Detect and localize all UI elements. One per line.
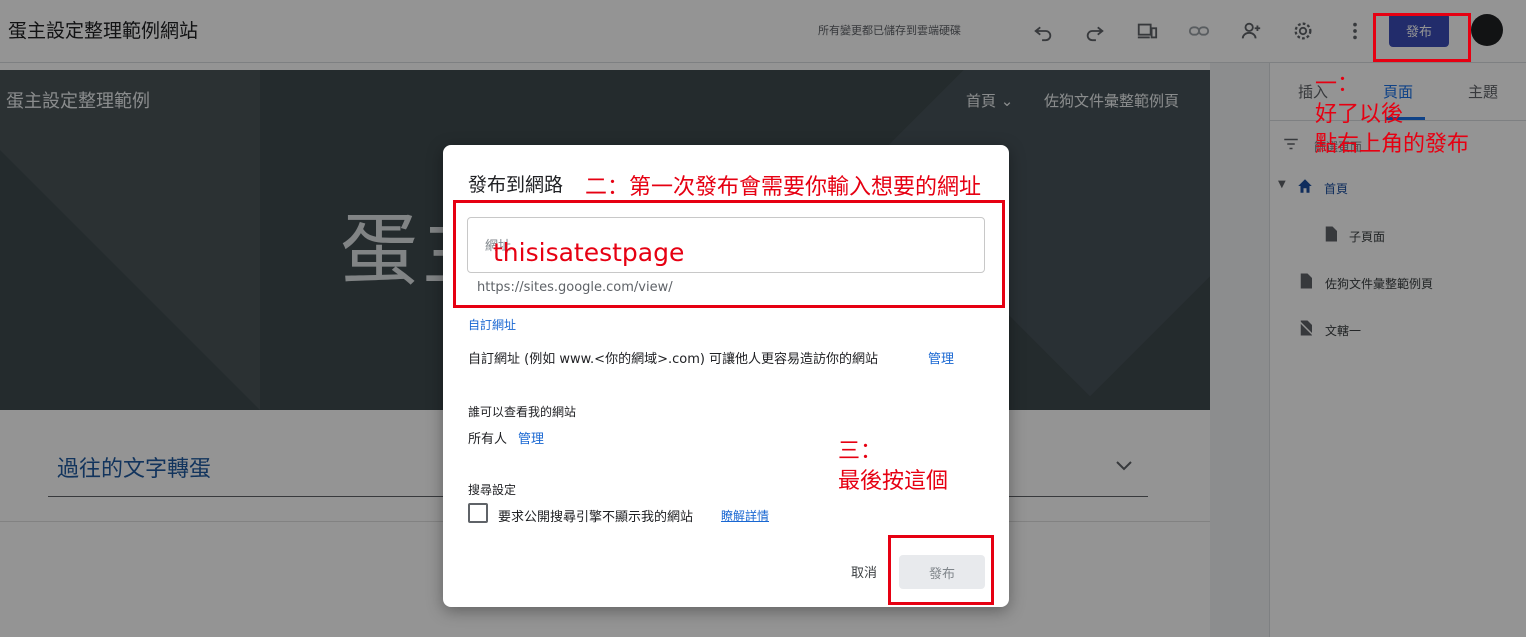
cancel-button[interactable]: 取消 bbox=[851, 562, 877, 581]
annotation-box-url bbox=[453, 200, 1005, 308]
custom-url-description: 自訂網址 (例如 www.<你的網域>.com) 可讓他人更容易造訪你的網站 bbox=[468, 352, 879, 367]
annotation-note-three: 三： 最後按這個 bbox=[838, 437, 948, 497]
dialog-title: 發布到網路 bbox=[468, 174, 564, 196]
visibility-value: 所有人 bbox=[468, 432, 508, 447]
annotation-text: 一： bbox=[1315, 72, 1360, 97]
annotation-note-two: 二：第一次發布會需要你輸入想要的網址 bbox=[585, 175, 982, 200]
annotation-text: 三： bbox=[838, 439, 883, 464]
annotation-box-publish-top bbox=[1373, 13, 1471, 62]
manage-custom-url-link[interactable]: 管理 bbox=[928, 348, 954, 367]
custom-url-link[interactable]: 自訂網址 bbox=[468, 316, 516, 333]
search-settings-label: 搜尋設定 bbox=[468, 483, 517, 497]
learn-more-link[interactable]: 瞭解詳情 bbox=[721, 507, 769, 524]
annotation-text: 最後按這個 bbox=[838, 469, 949, 494]
hide-from-search-checkbox[interactable] bbox=[468, 503, 488, 523]
annotation-text: 好了以後 bbox=[1315, 102, 1404, 127]
annotation-note-one: 一： 好了以後 點右上角的發布 bbox=[1315, 70, 1469, 160]
manage-visibility-link[interactable]: 管理 bbox=[518, 428, 544, 447]
annotation-box-publish-dialog bbox=[888, 535, 994, 605]
annotation-text: 點右上角的發布 bbox=[1315, 132, 1470, 157]
hide-from-search-label[interactable]: 要求公開搜尋引擎不顯示我的網站 bbox=[498, 506, 693, 525]
visibility-label: 誰可以查看我的網站 bbox=[468, 405, 577, 419]
